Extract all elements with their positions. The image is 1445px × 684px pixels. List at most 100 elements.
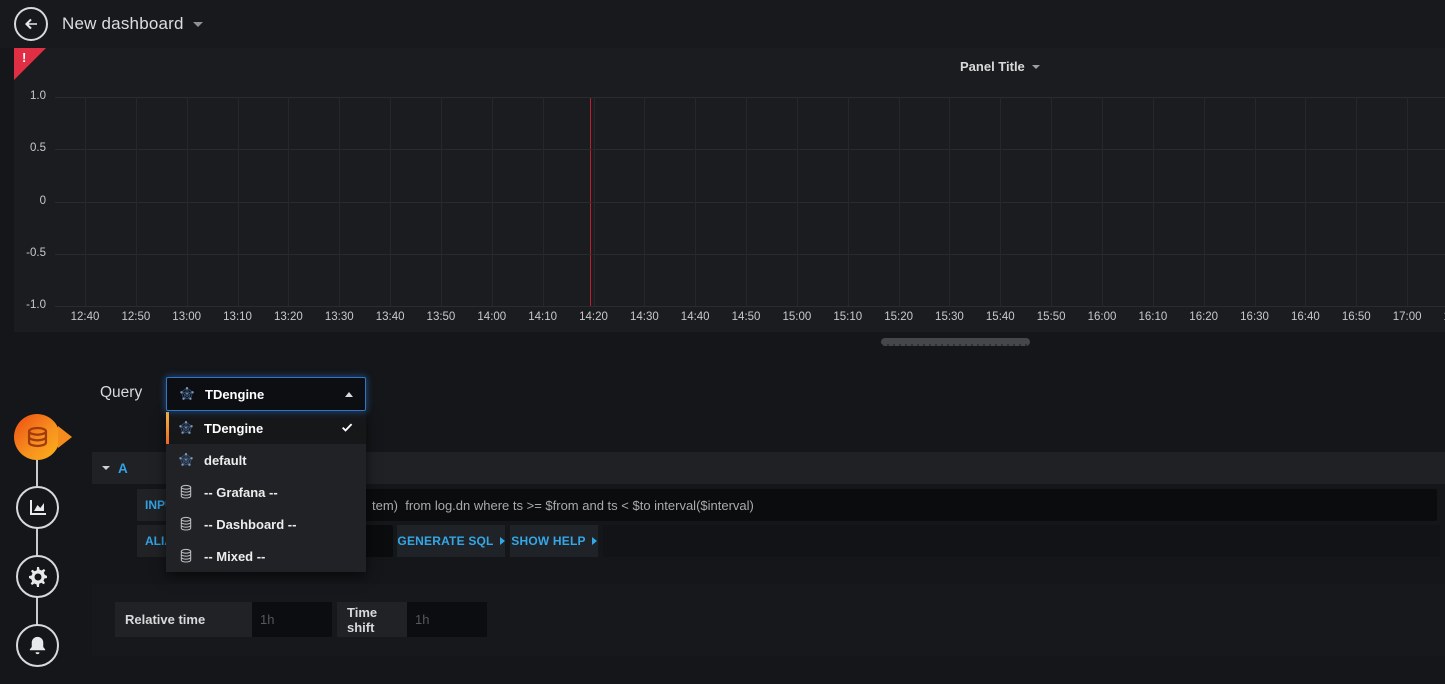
x-gridline (644, 97, 645, 306)
datasource-select[interactable]: TDengine (166, 377, 366, 411)
x-axis-tick-label: 15:10 (833, 311, 862, 323)
x-gridline (1407, 97, 1408, 306)
datasource-dropdown-menu: TDengine default -- Grafana -- -- Dashboard… (166, 412, 366, 572)
x-gridline (136, 97, 137, 306)
y-gridline (55, 202, 1445, 203)
x-axis-tick-label: 14:00 (477, 311, 506, 323)
x-axis-tick-label: 14:30 (630, 311, 659, 323)
x-axis-tick-label: 16:10 (1138, 311, 1167, 323)
tab-connector-line (36, 437, 38, 645)
datasource-option-label: -- Grafana -- (204, 485, 354, 500)
x-gridline (543, 97, 544, 306)
x-gridline (1204, 97, 1205, 306)
tdengine-icon (179, 386, 195, 402)
y-gridline (55, 97, 1445, 98)
input-sql-field[interactable]: tem) from log.dn where ts >= $from and t… (230, 489, 1437, 521)
time-shift-input[interactable] (407, 602, 487, 637)
datasource-option-label: TDengine (204, 421, 330, 436)
datasource-option-label: -- Dashboard -- (204, 517, 354, 532)
x-axis-tick-label: 13:00 (172, 311, 201, 323)
x-axis-tick-label: 16:20 (1189, 311, 1218, 323)
x-gridline (594, 97, 595, 306)
bell-icon (26, 634, 49, 657)
x-gridline (899, 97, 900, 306)
show-help-button[interactable]: SHOW HELP (510, 525, 598, 557)
chart-plot: 1.00.50-0.5-1.012:4012:5013:0013:1013:20… (14, 48, 1445, 332)
x-gridline (492, 97, 493, 306)
x-gridline (797, 97, 798, 306)
x-gridline (238, 97, 239, 306)
datasource-option-3[interactable]: -- Dashboard -- (166, 508, 366, 540)
generate-sql-button[interactable]: GENERATE SQL (397, 525, 505, 557)
x-axis-tick-label: 15:30 (935, 311, 964, 323)
datasource-option-0[interactable]: TDengine (166, 412, 366, 444)
x-axis-tick-label: 12:50 (121, 311, 150, 323)
relative-time-input[interactable] (252, 602, 332, 637)
time-shift-label: Time shift (337, 602, 407, 637)
tab-queries[interactable] (14, 414, 60, 460)
x-gridline (441, 97, 442, 306)
x-axis-tick-label: 16:50 (1342, 311, 1371, 323)
x-axis-tick-label: 15:40 (986, 311, 1015, 323)
tdengine-icon (178, 420, 194, 436)
database-icon (178, 484, 194, 500)
x-gridline (288, 97, 289, 306)
database-icon (178, 516, 194, 532)
x-axis-tick-label: 16:40 (1291, 311, 1320, 323)
database-icon (24, 424, 51, 451)
alias-row-filler (603, 525, 1440, 557)
tab-general[interactable] (16, 555, 59, 598)
database-icon (178, 548, 194, 564)
x-gridline (1356, 97, 1357, 306)
triangle-right-icon (500, 537, 505, 545)
x-gridline (746, 97, 747, 306)
x-gridline (187, 97, 188, 306)
triangle-right-icon (592, 537, 597, 545)
y-axis-tick-label: 0 (14, 195, 46, 207)
tab-alert[interactable] (16, 624, 59, 667)
y-axis-tick-label: -1.0 (14, 299, 46, 311)
y-gridline (55, 306, 1445, 307)
x-gridline (85, 97, 86, 306)
x-axis-tick-label: 14:40 (681, 311, 710, 323)
x-gridline (1305, 97, 1306, 306)
datasource-option-4[interactable]: -- Mixed -- (166, 540, 366, 572)
tab-visualization[interactable] (16, 486, 59, 529)
y-gridline (55, 254, 1445, 255)
x-axis-tick-label: 15:00 (783, 311, 812, 323)
x-gridline (1153, 97, 1154, 306)
y-axis-tick-label: -0.5 (14, 247, 46, 259)
x-gridline (1102, 97, 1103, 306)
x-axis-tick-label: 13:20 (274, 311, 303, 323)
x-gridline (848, 97, 849, 306)
x-axis-tick-label: 16:00 (1088, 311, 1117, 323)
x-gridline (1255, 97, 1256, 306)
back-arrow-icon (22, 15, 40, 33)
x-axis-tick-label: 15:50 (1037, 311, 1066, 323)
x-axis-tick-label: 13:10 (223, 311, 252, 323)
checkmark-icon (340, 421, 354, 435)
query-row-letter: A (118, 461, 128, 476)
y-axis-tick-label: 1.0 (14, 90, 46, 102)
chart-icon (26, 496, 50, 520)
query-section-label: Query (100, 384, 142, 402)
x-axis-tick-label: 17:00 (1393, 311, 1422, 323)
datasource-option-1[interactable]: default (166, 444, 366, 476)
x-axis-tick-label: 16:30 (1240, 311, 1269, 323)
x-gridline (949, 97, 950, 306)
datasource-option-2[interactable]: -- Grafana -- (166, 476, 366, 508)
y-axis-tick-label: 0.5 (14, 142, 46, 154)
chart-panel: ! Panel Title 1.00.50-0.5-1.012:4012:501… (14, 48, 1445, 332)
x-axis-tick-label: 13:40 (376, 311, 405, 323)
chevron-down-icon (193, 22, 203, 27)
x-gridline (1000, 97, 1001, 306)
top-navbar: New dashboard (0, 0, 1445, 48)
x-axis-tick-label: 15:20 (884, 311, 913, 323)
x-axis-tick-label: 13:50 (427, 311, 456, 323)
dashboard-title[interactable]: New dashboard (62, 0, 203, 48)
x-gridline (390, 97, 391, 306)
x-gridline (695, 97, 696, 306)
back-button[interactable] (14, 7, 48, 41)
gear-icon (26, 565, 50, 589)
panel-resize-handle[interactable] (881, 338, 1030, 346)
